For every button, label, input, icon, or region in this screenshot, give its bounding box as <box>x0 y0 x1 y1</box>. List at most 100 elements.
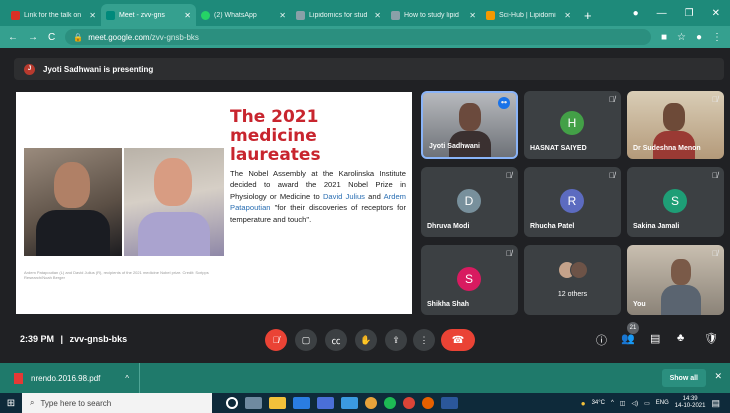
people-icon[interactable]: 👥 <box>621 332 635 345</box>
tab-title: Lipidomics for stud <box>309 11 368 19</box>
close-icon[interactable]: ✕ <box>89 11 96 20</box>
tab-lipidomics[interactable]: Lipidomics for stud ✕ <box>291 4 386 26</box>
tab-title: Sci-Hub | Lipidomi <box>499 11 556 19</box>
close-icon[interactable]: ✕ <box>279 11 286 20</box>
tab-scihub[interactable]: Sci-Hub | Lipidomi ✕ <box>481 4 576 26</box>
host-controls-icon[interactable]: 🛡 <box>704 332 718 345</box>
end-call-button[interactable]: ☎ <box>441 329 475 351</box>
chrome-icon[interactable] <box>403 397 415 409</box>
lock-icon: 🔒 <box>73 32 84 42</box>
tab-whatsapp[interactable]: (2) WhatsApp ✕ <box>196 4 291 26</box>
profile-icon[interactable]: ● <box>696 32 702 43</box>
more-options-button[interactable]: ⋮ <box>413 329 435 351</box>
maximize-icon[interactable]: ❐ <box>685 8 694 19</box>
meeting-info: 2:39 PM | zvv-gnsb-bks <box>20 334 127 344</box>
chevron-up-icon[interactable]: ^ <box>125 374 129 383</box>
avatar: R <box>560 189 584 213</box>
windows-start-icon[interactable]: ⊞ <box>0 393 22 413</box>
record-icon[interactable]: ● <box>633 8 639 19</box>
weather-icon: ● <box>580 398 586 408</box>
minimize-icon[interactable]: — <box>657 8 667 19</box>
star-icon[interactable]: ☆ <box>677 32 686 43</box>
camera-icon[interactable]: ■ <box>661 32 667 43</box>
url-host: meet.google.com <box>88 32 150 42</box>
close-icon[interactable]: ✕ <box>564 11 571 20</box>
new-tab-button[interactable]: + <box>576 4 600 26</box>
spotify-icon[interactable] <box>384 397 396 409</box>
participant-name: Sakina Jamali <box>633 223 680 230</box>
reload-icon[interactable]: C <box>48 32 55 43</box>
search-placeholder: Type here to search <box>40 398 112 408</box>
chat-icon[interactable]: ▤ <box>650 332 660 345</box>
mic-toggle-button[interactable]: 🎙̸ <box>265 329 287 351</box>
forward-icon[interactable]: → <box>28 32 38 43</box>
firefox-icon[interactable] <box>422 397 434 409</box>
word-icon[interactable] <box>441 397 458 409</box>
meeting-code: zvv-gnsb-bks <box>69 334 128 344</box>
download-filename: nrendo.2016.98.pdf <box>31 373 101 383</box>
whatsapp-icon <box>201 10 210 20</box>
participant-tile[interactable]: ⦁⦁ Jyoti Sadhwani <box>421 91 518 159</box>
mic-off-icon: 🎙̸ <box>609 171 615 180</box>
body-text: and <box>364 191 384 201</box>
temperature: 34°C <box>591 400 605 406</box>
close-icon[interactable]: ✕ <box>184 11 191 20</box>
participant-tile[interactable]: 🎙̸ S Sakina Jamali <box>627 167 724 237</box>
volume-icon[interactable]: ◁) <box>631 400 638 407</box>
raise-hand-button[interactable]: ✋ <box>355 329 377 351</box>
back-icon[interactable]: ← <box>8 32 18 43</box>
tab-title: (2) WhatsApp <box>214 11 257 19</box>
slide-body: The Nobel Assembly at the Karolinska Ins… <box>230 168 406 225</box>
mic-off-icon: 🎙̸ <box>712 171 718 180</box>
task-view-icon[interactable] <box>245 397 262 409</box>
camera-toggle-button[interactable]: ▢ <box>295 329 317 351</box>
clock[interactable]: 14:39 14-10-2021 <box>675 396 706 410</box>
participant-tile[interactable]: 🎙̸ H HASNAT SAIYED <box>524 91 621 159</box>
avatar: D <box>457 189 481 213</box>
close-icon[interactable]: ✕ <box>374 11 381 20</box>
participant-name: You <box>633 301 646 308</box>
participant-tile[interactable]: 🎙̸ Dr Sudeshna Menon <box>627 91 724 159</box>
chrome-icon[interactable] <box>365 397 377 409</box>
url-field[interactable]: 🔒 meet.google.com/zvv-gnsb-bks <box>65 29 651 45</box>
language[interactable]: ENG <box>656 400 669 406</box>
file-explorer-icon[interactable] <box>269 397 286 409</box>
tab-how-to-study[interactable]: How to study lipid ✕ <box>386 4 481 26</box>
pdf-icon <box>14 372 23 384</box>
close-icon[interactable]: ✕ <box>469 11 476 20</box>
present-button[interactable]: ⇪ <box>385 329 407 351</box>
participant-tile[interactable]: 🎙̸ D Dhruva Modi <box>421 167 518 237</box>
show-all-button[interactable]: Show all <box>661 369 706 387</box>
tab-link-for-talk[interactable]: Link for the talk on ✕ <box>6 4 101 26</box>
network-icon[interactable]: ◫ <box>620 400 626 407</box>
store-icon[interactable] <box>317 397 334 409</box>
clock-date: 14-10-2021 <box>674 403 706 409</box>
mic-off-icon: 🎙̸ <box>506 249 512 258</box>
tab-title: Meet - zvv-gns <box>119 11 165 19</box>
cortana-icon[interactable] <box>226 397 238 409</box>
taskbar-search[interactable]: ⌕ Type here to search <box>22 393 212 413</box>
system-tray: ● 34°C ^ ◫ ◁) ▭ ENG 14:39 14-10-2021 ▤ <box>581 393 720 413</box>
captions-button[interactable]: ㏄ <box>325 329 347 351</box>
meeting-time: 2:39 PM <box>20 334 55 344</box>
battery-icon[interactable]: ▭ <box>644 400 650 407</box>
activities-icon[interactable]: ♣ <box>677 332 684 344</box>
notifications-icon[interactable]: ▤ <box>711 398 720 409</box>
info-icon[interactable]: ⓘ <box>596 332 607 348</box>
others-tile[interactable]: 12 others <box>524 245 621 315</box>
gmail-icon <box>11 10 20 20</box>
participant-tile[interactable]: 🎙̸ S Shikha Shah <box>421 245 518 315</box>
presenting-text: Jyoti Sadhwani is presenting <box>43 64 154 74</box>
participant-tile[interactable]: 🎙̸ R Rhucha Patel <box>524 167 621 237</box>
menu-icon[interactable]: ⋮ <box>712 32 722 43</box>
app-icon[interactable] <box>341 397 358 409</box>
dropbox-icon[interactable] <box>293 397 310 409</box>
participant-tile-self[interactable]: 🎙̸ You <box>627 245 724 315</box>
avatar: H <box>560 111 584 135</box>
chevron-up-icon[interactable]: ^ <box>611 400 614 406</box>
tab-meet[interactable]: Meet - zvv-gns ✕ <box>101 4 196 26</box>
close-window-icon[interactable]: ✕ <box>712 8 720 19</box>
download-item[interactable]: nrendo.2016.98.pdf ^ <box>0 363 140 393</box>
close-icon[interactable]: ✕ <box>714 371 722 382</box>
link-david-julius[interactable]: David Julius <box>323 192 365 201</box>
